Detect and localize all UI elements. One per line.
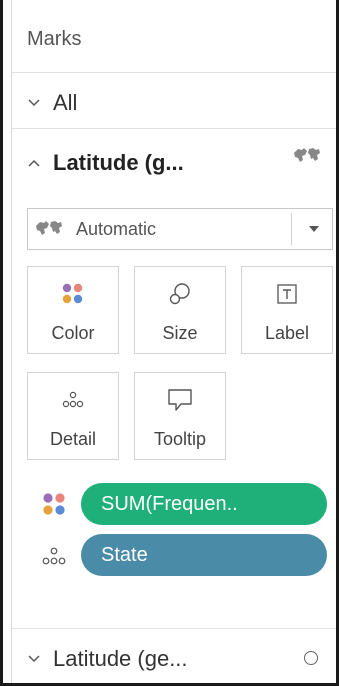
panel-left-border (11, 0, 12, 683)
map-icon (294, 148, 320, 162)
chevron-down-icon (28, 655, 40, 663)
layer-all-row[interactable]: All (27, 90, 77, 116)
detail-card[interactable]: Detail (27, 372, 119, 460)
color-card-label: Color (51, 323, 95, 343)
divider (12, 72, 336, 73)
marks-header: Marks (27, 28, 82, 50)
chevron-up-icon (28, 159, 40, 167)
size-icon (169, 283, 190, 305)
tooltip-icon (168, 389, 192, 411)
layer-latitude-2-label: Latitude (ge... (53, 646, 188, 671)
tooltip-card-label: Tooltip (153, 429, 207, 449)
map-icon (36, 221, 62, 235)
layer-latitude-label: Latitude (g... (53, 150, 184, 175)
chevron-down-icon (28, 99, 40, 107)
marks-panel: Marks All Latitude (g... Automatic Color… (0, 0, 339, 686)
size-card-label: Size (162, 323, 198, 343)
color-field-pill[interactable]: SUM(Frequen.. (81, 483, 327, 525)
layer-all-label: All (53, 90, 78, 115)
detail-dots-icon (42, 547, 66, 565)
mark-type-selected: Automatic (76, 218, 157, 239)
divider (12, 128, 336, 129)
mark-type-dropdown[interactable]: Automatic (27, 208, 333, 250)
dropdown-separator (291, 213, 292, 245)
text-label-icon (277, 284, 297, 304)
layer-latitude-row[interactable]: Latitude (g... (27, 150, 184, 176)
label-card-label: Label (264, 323, 310, 343)
layer-latitude-2-row[interactable]: Latitude (ge... (27, 646, 188, 672)
detail-field-pill[interactable]: State (81, 534, 327, 576)
tooltip-card[interactable]: Tooltip (134, 372, 226, 460)
detail-card-label: Detail (49, 429, 97, 449)
divider (12, 628, 336, 629)
size-card[interactable]: Size (134, 266, 226, 354)
color-dots-icon (43, 493, 65, 515)
caret-down-icon[interactable] (308, 225, 320, 233)
color-dots-icon (62, 283, 83, 304)
label-card[interactable]: Label (241, 266, 333, 354)
color-card[interactable]: Color (27, 266, 119, 354)
detail-dots-icon (62, 391, 84, 408)
circle-mark-icon (304, 651, 318, 665)
